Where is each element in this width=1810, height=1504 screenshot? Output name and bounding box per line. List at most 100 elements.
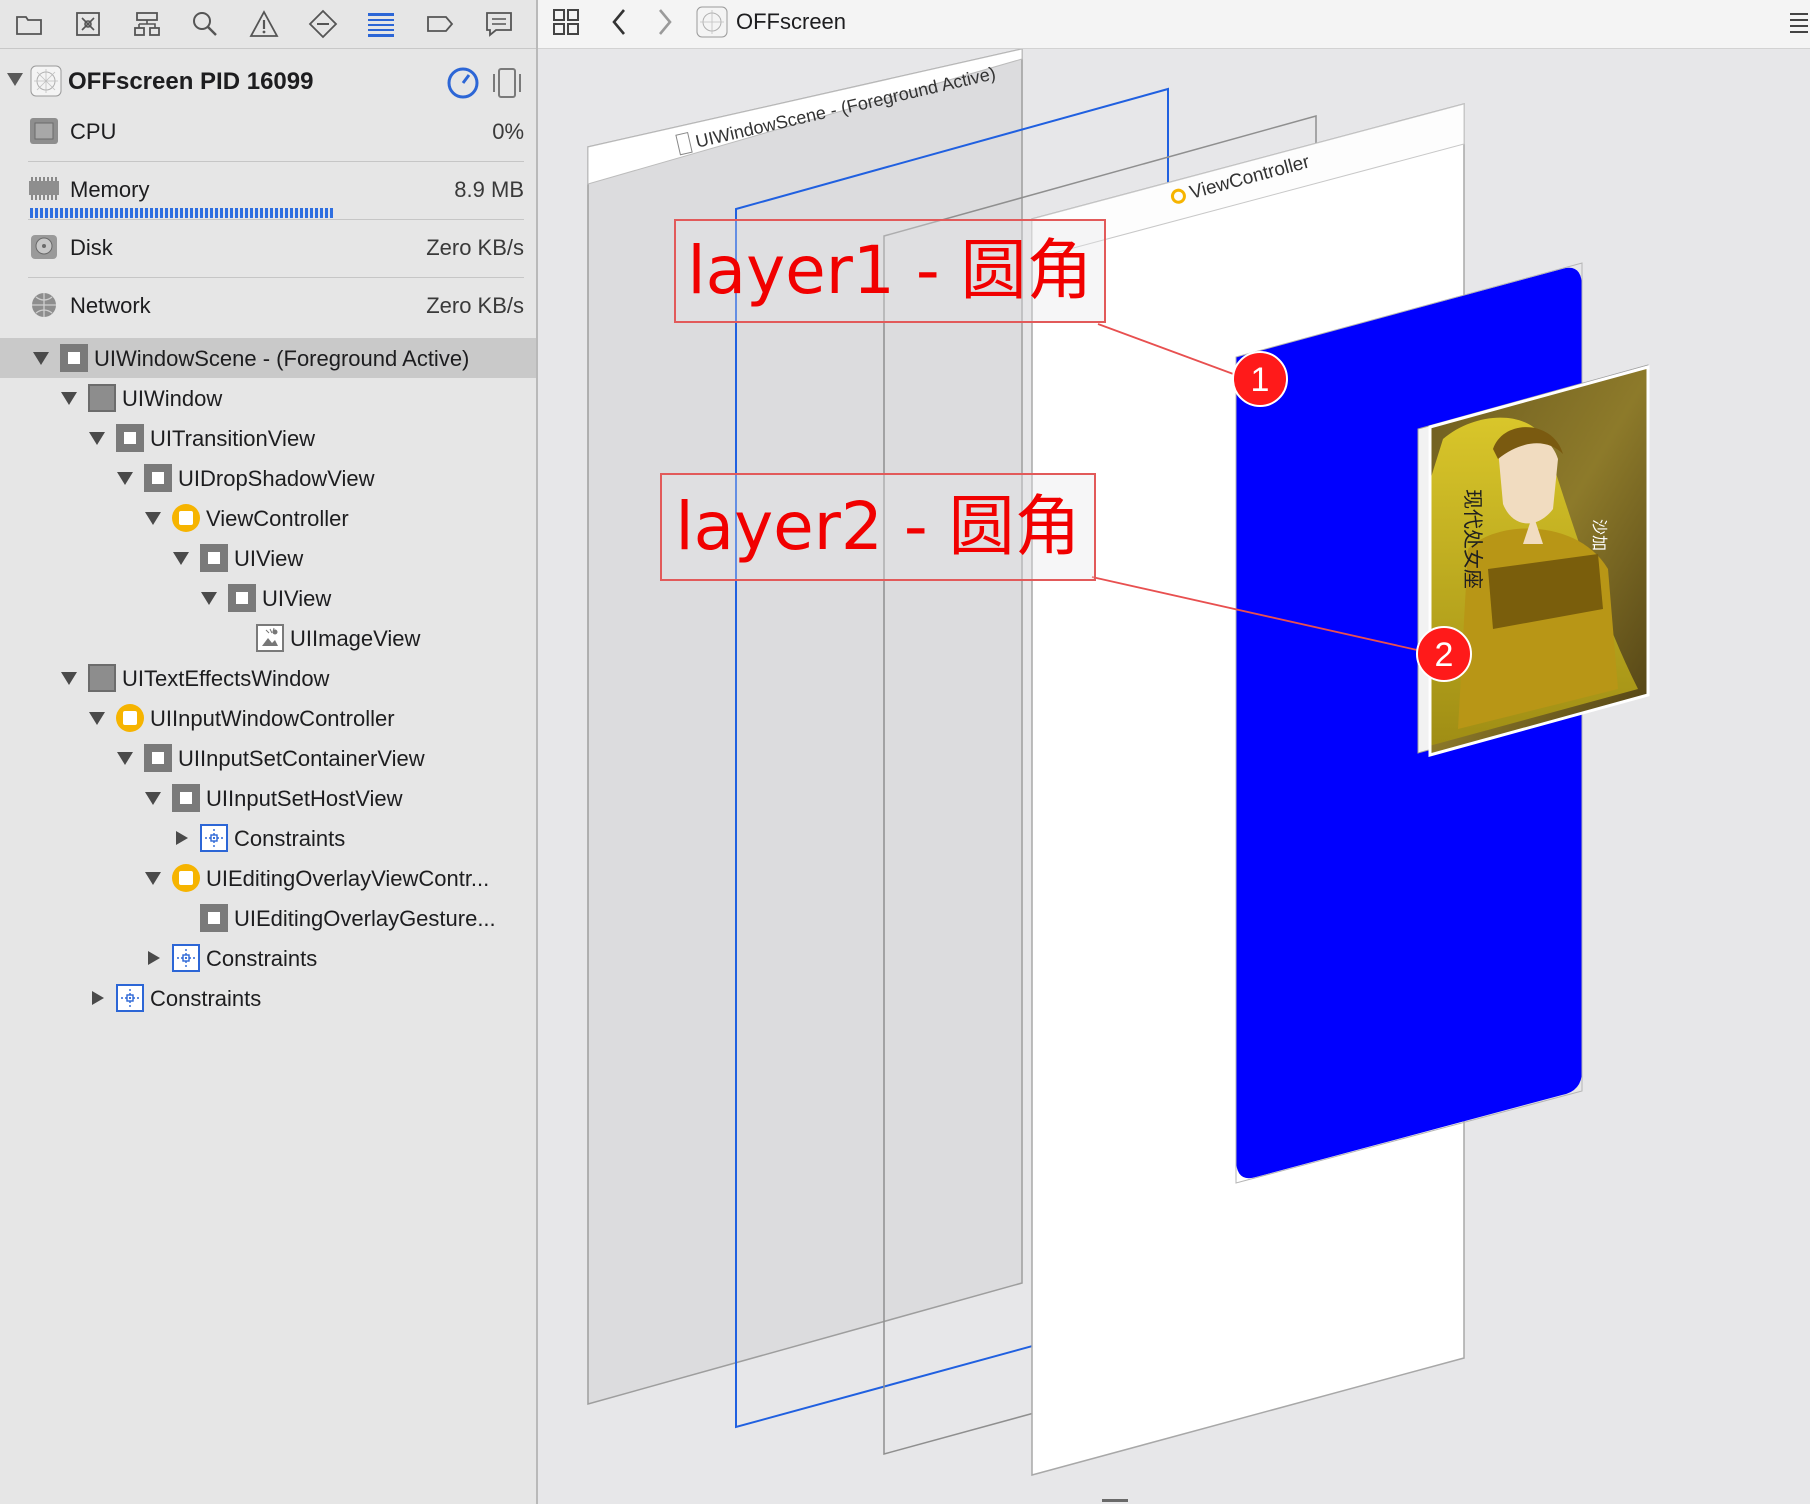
constraints-icon: [172, 944, 200, 972]
tree-row[interactable]: UITransitionView: [0, 418, 536, 458]
marker-1-text: 1: [1251, 361, 1270, 399]
tree-row[interactable]: UIWindowScene - (Foreground Active): [0, 338, 536, 378]
view-controller-icon: [172, 864, 200, 892]
disclosure-down-icon[interactable]: [60, 390, 78, 406]
search-icon[interactable]: [184, 4, 227, 44]
disclosure-down-icon[interactable]: [32, 350, 50, 366]
image-caption-text: 现代处女座: [1461, 489, 1485, 589]
tree-row[interactable]: UIInputSetHostView: [0, 778, 536, 818]
marker-1: 1: [1232, 351, 1288, 407]
disclosure-down-icon[interactable]: [116, 750, 134, 766]
disclosure-right-icon[interactable]: [144, 950, 162, 966]
memory-row[interactable]: Memory 8.9 MB: [0, 162, 536, 220]
jump-bar-title[interactable]: OFFscreen: [736, 9, 846, 35]
tree-row[interactable]: UIInputWindowController: [0, 698, 536, 738]
disclosure-down-icon[interactable]: [144, 510, 162, 526]
view-controller-icon: [116, 704, 144, 732]
process-header[interactable]: OFFscreen PID 16099: [0, 55, 536, 111]
network-label: Network: [70, 293, 151, 318]
tree-row[interactable]: UIImageView: [0, 618, 536, 658]
back-icon[interactable]: [608, 6, 630, 38]
tree-row[interactable]: UIDropShadowView: [0, 458, 536, 498]
test-diamond-icon[interactable]: [301, 4, 344, 44]
tree-row[interactable]: UITextEffectsWindow: [0, 658, 536, 698]
disclosure-down-icon[interactable]: [200, 590, 218, 606]
tree-row-label: UIInputSetHostView: [206, 786, 403, 811]
grid-icon[interactable]: [552, 6, 580, 38]
menu-lines-icon[interactable]: [1788, 6, 1808, 38]
disk-label: Disk: [70, 235, 113, 260]
breakpoint-icon[interactable]: [419, 4, 462, 44]
warning-icon[interactable]: [243, 4, 286, 44]
debug-navigator-icon[interactable]: [360, 4, 403, 44]
tree-row[interactable]: UIEditingOverlayViewContr...: [0, 858, 536, 898]
report-icon[interactable]: [477, 4, 520, 44]
image-view-layer[interactable]: 沙加 现代处女座: [1417, 359, 1658, 759]
cpu-icon: [30, 118, 58, 144]
window-icon: [88, 384, 116, 412]
tree-row-label: Constraints: [150, 986, 262, 1011]
constraints-icon: [116, 984, 144, 1012]
tree-row[interactable]: UIWindow: [0, 378, 536, 418]
device-icon[interactable]: [492, 66, 522, 100]
marker-2: 2: [1416, 626, 1472, 682]
tree-row[interactable]: UIView: [0, 578, 536, 618]
constraints-icon: [200, 824, 228, 852]
view-icon: [228, 584, 256, 612]
cpu-row[interactable]: CPU 0%: [0, 104, 536, 162]
disclosure-right-icon[interactable]: [172, 830, 190, 846]
disclosure-down-icon[interactable]: [88, 710, 106, 726]
annotation-layer2: layer2 - 圆角: [660, 473, 1096, 581]
disclosure-down-icon[interactable]: [144, 790, 162, 806]
network-value: Zero KB/s: [426, 293, 524, 318]
tree-row[interactable]: Constraints: [0, 938, 536, 978]
network-row[interactable]: Network Zero KB/s: [0, 278, 536, 336]
app-icon: [30, 65, 62, 97]
folder-icon[interactable]: [8, 4, 51, 44]
tree-row-label: UIInputWindowController: [150, 706, 395, 731]
cpu-value: 0%: [492, 119, 524, 144]
disk-icon: [31, 235, 57, 259]
disclosure-down-icon[interactable]: [88, 430, 106, 446]
tree-row-label: ViewController: [206, 506, 349, 531]
memory-label: Memory: [70, 177, 150, 202]
tree-row[interactable]: Constraints: [0, 978, 536, 1018]
view-icon: [144, 464, 172, 492]
view-debugger-canvas[interactable]: OFFscreen UIWindowScene - (Foreground Ac…: [538, 0, 1810, 1504]
tree-row[interactable]: ViewController: [0, 498, 536, 538]
disclosure-down-icon[interactable]: [116, 470, 134, 486]
scroll-indicator[interactable]: [1102, 1499, 1128, 1502]
app-icon: [696, 6, 728, 38]
tree-row[interactable]: UIInputSetContainerView: [0, 738, 536, 778]
disclosure-down-icon[interactable]: [172, 550, 190, 566]
memory-value: 8.9 MB: [454, 177, 524, 202]
navigator-toolbar: [0, 0, 536, 49]
source-control-icon[interactable]: [67, 4, 110, 44]
jump-bar: OFFscreen: [538, 0, 1810, 49]
tree-row-label: UIWindow: [122, 386, 223, 411]
window-icon: [88, 664, 116, 692]
view-icon: [200, 544, 228, 572]
tree-row-label: UIImageView: [290, 626, 421, 651]
tree-row[interactable]: UIEditingOverlayGesture...: [0, 898, 536, 938]
view-icon: [116, 424, 144, 452]
tree-row[interactable]: UIView: [0, 538, 536, 578]
process-title: OFFscreen PID 16099: [68, 68, 314, 95]
memory-icon: [29, 177, 59, 200]
tree-row-label: UIInputSetContainerView: [178, 746, 425, 771]
disclosure-down-icon[interactable]: [6, 71, 24, 87]
hierarchy-icon[interactable]: [125, 4, 168, 44]
forward-icon[interactable]: [654, 6, 676, 38]
gauge-icon[interactable]: [446, 66, 480, 100]
tree-row-label: UITransitionView: [150, 426, 316, 451]
tree-row[interactable]: Constraints: [0, 818, 536, 858]
tree-row-label: UIEditingOverlayViewContr...: [206, 866, 490, 891]
image-name-text: 沙加: [1590, 519, 1609, 551]
tree-row-label: UIDropShadowView: [178, 466, 375, 491]
disclosure-down-icon[interactable]: [144, 870, 162, 886]
disclosure-right-icon[interactable]: [88, 990, 106, 1006]
disclosure-down-icon[interactable]: [60, 670, 78, 686]
disk-row[interactable]: Disk Zero KB/s: [0, 220, 536, 278]
view-icon: [60, 344, 88, 372]
image-view-icon: [256, 624, 284, 652]
